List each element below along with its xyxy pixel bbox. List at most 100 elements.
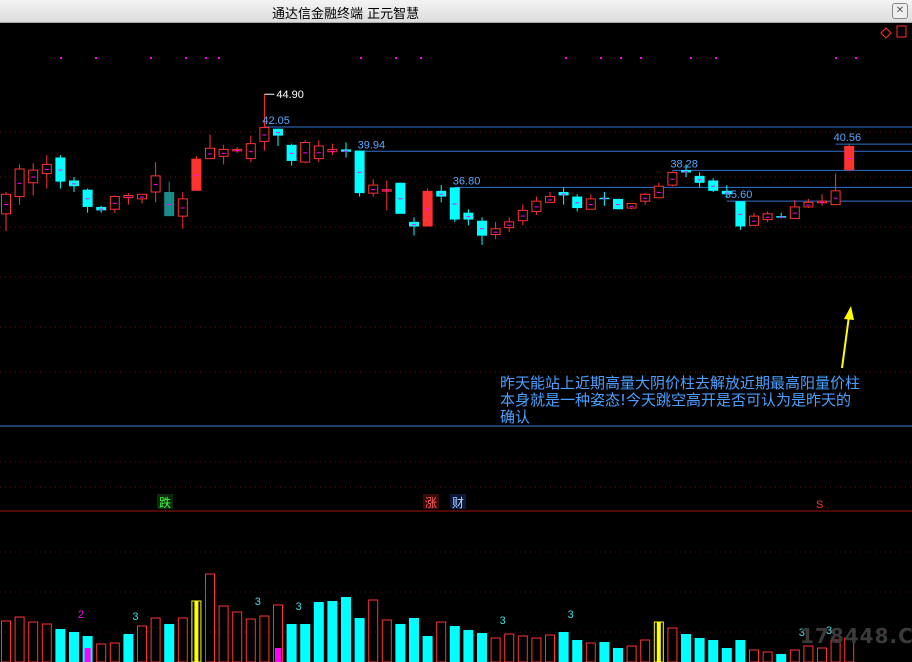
- volume-bar: [558, 632, 569, 662]
- candle-mid-tick: [31, 176, 36, 178]
- candle: [694, 172, 705, 188]
- volume-bar: [708, 640, 719, 662]
- candle: [55, 155, 66, 189]
- candle-mid-tick: [561, 193, 566, 195]
- diamond-icon: [880, 27, 892, 39]
- candle: [504, 217, 515, 233]
- candle-mid-tick: [752, 220, 756, 222]
- candle: [449, 187, 460, 222]
- candle: [844, 143, 855, 172]
- candle-mid-tick: [534, 206, 539, 208]
- candle-mid-tick: [480, 228, 484, 230]
- candle: [82, 188, 93, 213]
- candle: [273, 128, 283, 146]
- marker-s: S: [816, 499, 823, 511]
- candle: [1, 191, 11, 232]
- candle: [463, 209, 474, 226]
- candle-mid-tick: [792, 212, 797, 214]
- candle-mid-tick: [452, 203, 457, 205]
- yellow-arrow-icon: [841, 306, 854, 369]
- price-label: 40.56: [834, 132, 862, 144]
- stock-chart: 44.90 42.05 39.94 36.80 38.28 35.60 40.56 跌 涨 …: [0, 25, 912, 662]
- window-title: 通达信金融终端 正元智慧: [272, 7, 420, 22]
- volume-bars: [1, 573, 855, 662]
- candle-mid-tick: [439, 193, 444, 195]
- candle: [191, 156, 202, 191]
- candle: [395, 182, 406, 214]
- candle-mid-tick: [85, 198, 90, 200]
- volume-bar: [545, 634, 555, 662]
- candle-mid-tick: [412, 224, 416, 226]
- candle-mid-tick: [588, 204, 593, 206]
- volume-bar-fill: [194, 601, 199, 662]
- candle: [477, 217, 487, 245]
- candle-mid-tick: [72, 183, 76, 185]
- volume-bar: [300, 624, 311, 662]
- candle: [368, 179, 379, 197]
- signal-dot: [715, 57, 717, 59]
- volume-bar: [517, 635, 528, 662]
- candle: [613, 198, 623, 210]
- candle-mid-tick: [507, 224, 512, 226]
- candle: [789, 200, 800, 219]
- candle: [653, 182, 664, 199]
- candle-mid-tick: [602, 198, 607, 200]
- candle: [164, 181, 175, 217]
- candle: [803, 198, 814, 209]
- candle-mid-tick: [806, 204, 811, 206]
- volume-bar: [477, 633, 487, 662]
- volume-bar: [585, 642, 596, 662]
- candle-mid-tick: [180, 207, 185, 209]
- candle-mid-tick: [344, 150, 348, 152]
- candle-mid-tick: [629, 205, 634, 207]
- candle-mid-tick: [194, 174, 199, 176]
- volume-label: 3: [500, 615, 506, 627]
- candle-mid-tick: [112, 202, 117, 204]
- volume-bar: [694, 638, 705, 662]
- marker-zhang: 涨: [425, 495, 437, 510]
- volume-bar: [28, 621, 39, 662]
- volume-bar: [531, 637, 542, 662]
- candle-mid-tick: [847, 158, 852, 160]
- signal-dot: [835, 57, 837, 59]
- close-button[interactable]: ✕: [892, 3, 908, 19]
- candle: [708, 178, 719, 192]
- price-label: 35.60: [725, 189, 753, 201]
- candle-mid-tick: [153, 183, 158, 185]
- candle-body: [640, 193, 651, 202]
- signal-dot: [690, 57, 692, 59]
- candle-mid-tick: [616, 204, 620, 206]
- volume-label: 3: [296, 601, 302, 613]
- volume-label: 3: [568, 609, 574, 621]
- volume-bar: [1, 620, 11, 662]
- candle: [14, 164, 25, 205]
- candle-mid-tick: [548, 199, 552, 201]
- candle-mid-tick: [303, 152, 308, 154]
- volume-bar: [96, 643, 107, 662]
- volume-bar: [490, 637, 501, 662]
- price-label: 38.28: [670, 158, 698, 170]
- volume-bar: [789, 649, 800, 662]
- volume-bar: [381, 619, 392, 662]
- window-box-icon: [896, 25, 907, 38]
- volume-bar: [218, 605, 229, 662]
- candle: [232, 147, 243, 153]
- candle-mid-tick: [276, 132, 280, 134]
- volume-bar: [504, 633, 515, 662]
- volume-bar: [123, 634, 134, 662]
- volume-bar: [14, 616, 25, 662]
- volume-bar: [463, 630, 474, 662]
- candle: [667, 171, 678, 187]
- marker-die: 跌: [159, 495, 171, 510]
- candle-mid-tick: [656, 191, 661, 193]
- volume-bar: [409, 618, 419, 662]
- signal-dot: [150, 57, 152, 59]
- volume-bar: [150, 617, 161, 662]
- candle: [585, 194, 596, 210]
- candle-mid-tick: [44, 168, 49, 170]
- candle-mid-tick: [126, 196, 131, 198]
- annotation-line-1: 昨天能站上近期高量大阴价柱去解放近期最高阳量价柱: [500, 374, 861, 392]
- volume-marker: [275, 648, 281, 662]
- candle: [558, 187, 569, 205]
- volume-bar: [354, 618, 365, 662]
